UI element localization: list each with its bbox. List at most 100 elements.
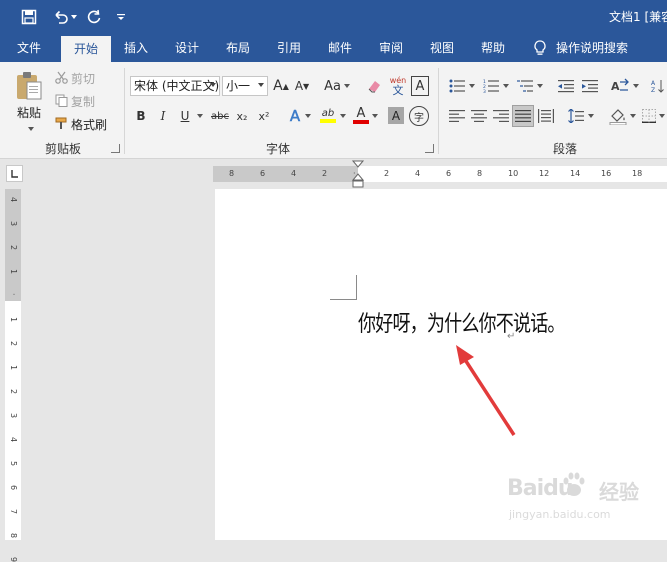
font-color-glyph: A (356, 105, 366, 121)
tab-home[interactable]: 开始 (61, 36, 111, 62)
ruler-tick-label: 18 (632, 169, 643, 178)
font-color-dropdown-icon[interactable] (370, 106, 380, 126)
tab-design[interactable]: 设计 (165, 34, 209, 62)
change-case-button[interactable]: Aa (322, 76, 352, 96)
tab-review[interactable]: 审阅 (369, 34, 413, 62)
align-right-icon[interactable] (491, 106, 511, 126)
underline-dropdown-icon[interactable] (195, 106, 205, 126)
shading-dropdown-icon[interactable] (628, 106, 638, 126)
text-effects-glyph: A (289, 107, 301, 126)
copy-button[interactable]: 复制 (71, 93, 95, 110)
character-shading-icon[interactable]: A (388, 107, 404, 124)
undo-icon[interactable] (50, 5, 72, 29)
chinese-layout-icon[interactable]: A (609, 76, 631, 96)
line-spacing-icon[interactable] (566, 106, 586, 126)
text-effects-dropdown-icon[interactable] (303, 106, 313, 126)
ruler-tick-label: 6 (9, 485, 18, 491)
bold-button[interactable]: B (133, 106, 149, 126)
shrink-font-icon[interactable]: A ▼ (294, 76, 310, 96)
character-shading-glyph: A (391, 108, 401, 123)
format-painter-icon[interactable] (54, 116, 68, 130)
distributed-icon[interactable] (536, 106, 556, 126)
superscript-button[interactable]: x² (256, 106, 272, 126)
numbering-dropdown-icon[interactable] (501, 76, 511, 96)
enclose-characters-icon[interactable]: 字 (409, 106, 429, 126)
ruler-tick-label: 4 (9, 197, 18, 203)
ruler-tick-label: 3 (9, 413, 18, 419)
italic-button[interactable]: I (155, 106, 171, 126)
numbering-icon[interactable]: 123 (481, 76, 501, 96)
clipboard-dialog-launcher[interactable] (111, 144, 120, 153)
group-divider (124, 68, 125, 154)
watermark-sub: 经验 (599, 480, 639, 504)
borders-dropdown-icon[interactable] (657, 106, 667, 126)
character-border-icon[interactable]: A (411, 76, 429, 96)
grow-font-icon[interactable]: A ▲ (273, 76, 289, 96)
tab-mailings[interactable]: 邮件 (318, 34, 362, 62)
text-effects-icon[interactable]: A (287, 106, 303, 126)
align-left-icon[interactable] (447, 106, 467, 126)
ruler-tick-label: · (9, 293, 18, 296)
bullets-icon[interactable] (447, 76, 467, 96)
paste-icon[interactable] (13, 69, 45, 103)
decrease-indent-icon[interactable] (556, 76, 576, 96)
underline-button[interactable]: U (177, 106, 193, 126)
font-size-value: 小一 (226, 79, 251, 93)
ruler-tick-label: 9 (9, 557, 18, 562)
strikethrough-button[interactable]: abc (209, 106, 231, 126)
save-icon[interactable] (18, 5, 40, 29)
ruler-tick-label: 7 (9, 509, 18, 515)
phonetic-guide-icon[interactable]: wén 文 (388, 74, 408, 98)
tab-layout[interactable]: 布局 (216, 34, 260, 62)
paste-dropdown-icon[interactable] (28, 120, 34, 134)
format-painter-button[interactable]: 格式刷 (71, 116, 107, 133)
justify-icon[interactable] (512, 105, 534, 127)
vertical-ruler[interactable]: 4 3 2 1 · 1 2 1 2 3 4 5 6 7 8 9 (5, 189, 21, 562)
line-spacing-dropdown-icon[interactable] (586, 106, 596, 126)
font-color-icon[interactable]: A (352, 104, 370, 126)
baidu-watermark: Baidu 经验 jingyan.baidu.com (503, 464, 663, 524)
chinese-layout-dropdown-icon[interactable] (631, 76, 641, 96)
cut-button[interactable]: 剪切 (71, 70, 95, 87)
highlight-color-icon[interactable]: ab (318, 104, 338, 126)
document-text[interactable]: 你好呀，为什么你不说话。 (358, 306, 565, 338)
tab-help[interactable]: 帮助 (471, 34, 515, 62)
font-size-combo[interactable]: 小一 (222, 76, 268, 96)
font-dialog-launcher[interactable] (425, 144, 434, 153)
paragraph-mark: ↵ (507, 331, 516, 342)
ruler-tick-label: 4 (9, 437, 18, 443)
subscript-button[interactable]: x₂ (234, 106, 250, 126)
paste-button[interactable]: 粘贴 (17, 104, 41, 121)
redo-icon[interactable] (84, 5, 104, 29)
tab-insert[interactable]: 插入 (114, 34, 158, 62)
customize-qat-icon[interactable] (115, 5, 127, 29)
tab-file[interactable]: 文件 (6, 34, 52, 62)
scissors-icon[interactable] (54, 70, 68, 84)
multilevel-dropdown-icon[interactable] (535, 76, 545, 96)
align-center-icon[interactable] (469, 106, 489, 126)
horizontal-ruler[interactable]: 8 6 4 2 · 2 4 6 8 10 12 14 16 18 (213, 160, 667, 188)
font-name-combo[interactable]: 宋体 (中文正文) (130, 76, 220, 96)
increase-indent-icon[interactable] (580, 76, 600, 96)
pinyin-bottom: 文 (392, 83, 404, 97)
tell-me-search[interactable]: 操作说明搜索 (556, 34, 640, 62)
document-title: 文档1 [兼容 (609, 10, 667, 24)
lightbulb-icon[interactable] (530, 34, 550, 62)
tab-view[interactable]: 视图 (420, 34, 464, 62)
shading-icon[interactable] (608, 105, 628, 127)
clear-format-icon[interactable] (366, 76, 384, 96)
copy-icon[interactable] (54, 93, 68, 107)
multilevel-list-icon[interactable] (515, 76, 535, 96)
ruler-tick-label: 8 (477, 169, 483, 178)
clipboard-group-label: 剪贴板 (44, 142, 81, 156)
ribbon-home: 粘贴 剪切 复制 格式刷 剪贴板 宋体 (中文正文) 小一 A ▲ A ▼ Aa w… (0, 62, 667, 159)
undo-dropdown-icon[interactable] (70, 5, 78, 29)
borders-icon[interactable] (640, 106, 658, 126)
ruler-tick-label: 1 (9, 269, 18, 275)
highlight-dropdown-icon[interactable] (338, 106, 348, 126)
bullets-dropdown-icon[interactable] (467, 76, 477, 96)
sort-icon[interactable]: AZ (648, 76, 667, 96)
tab-stop-selector[interactable] (6, 165, 23, 182)
font-name-value: 宋体 (中文正文) (134, 79, 220, 93)
tab-references[interactable]: 引用 (267, 34, 311, 62)
